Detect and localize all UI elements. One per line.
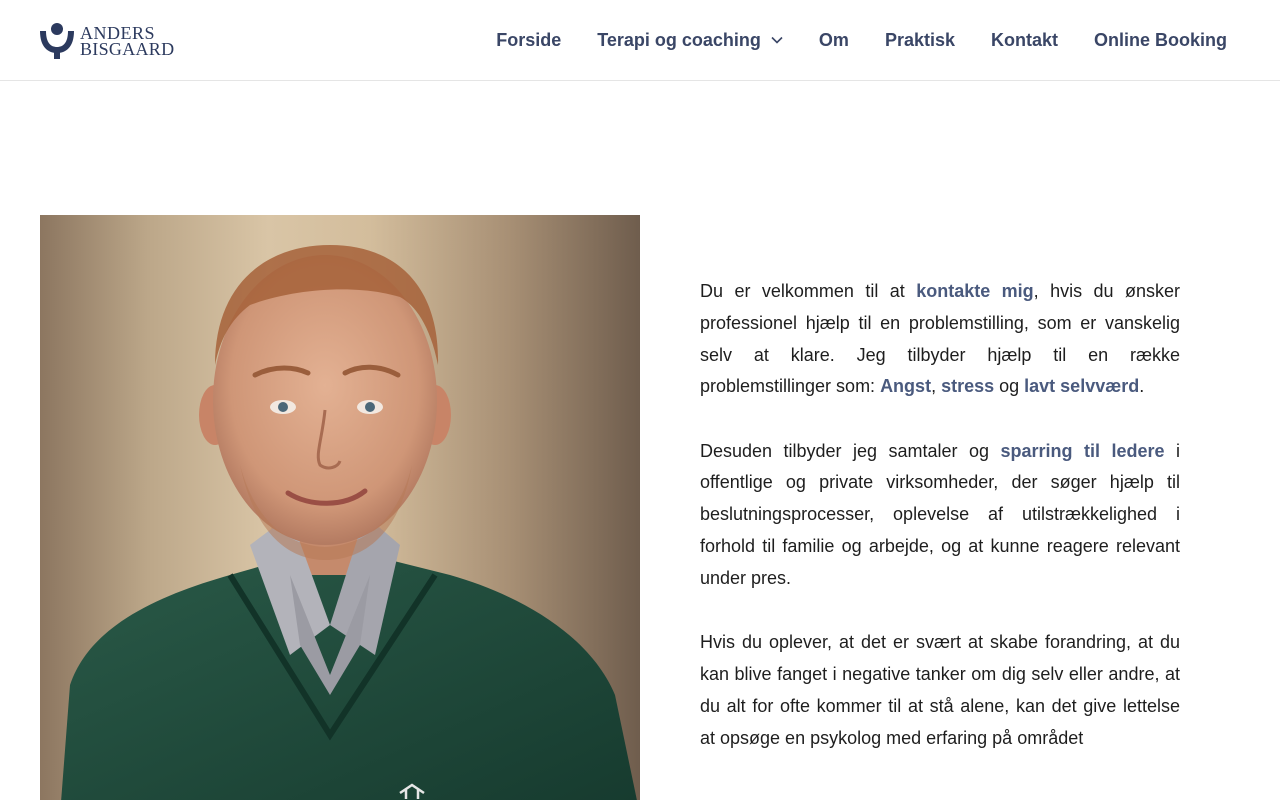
site-header: ANDERS BISGAARD Forside Terapi og coachi… — [0, 0, 1280, 81]
nav-item-forside[interactable]: Forside — [478, 0, 579, 80]
person-arms-icon — [40, 23, 74, 59]
main-nav: Forside Terapi og coaching Om Praktisk K… — [478, 0, 1245, 80]
intro-paragraph-2: Desuden tilbyder jeg samtaler og sparrin… — [700, 436, 1180, 595]
brand-line-2: BISGAARD — [80, 39, 175, 59]
sparring-til-ledere-link[interactable]: sparring til ledere — [1001, 441, 1165, 461]
text-segment: Hvis du oplever, at det er svært at skab… — [700, 632, 1180, 748]
text-segment: Du er velkommen til at — [700, 281, 917, 301]
text-segment: . — [1139, 376, 1145, 397]
nav-item-praktisk[interactable]: Praktisk — [867, 0, 973, 80]
nav-item-terapi-og-coaching[interactable]: Terapi og coaching — [579, 0, 801, 80]
text-segment: Desuden tilbyder jeg samtaler og — [700, 440, 1001, 461]
nav-item-kontakt[interactable]: Kontakt — [973, 0, 1076, 80]
nav-item-label: Forside — [496, 29, 562, 50]
portrait-illustration — [61, 245, 637, 800]
nav-item-online-booking[interactable]: Online Booking — [1076, 0, 1245, 80]
intro-text: Du er velkommen til at kontakte mig, hvi… — [700, 276, 1180, 787]
text-segment: i offentlige og private virksomheder, de… — [700, 440, 1180, 588]
stress-link[interactable]: stress — [941, 376, 994, 396]
nav-item-om[interactable]: Om — [801, 0, 867, 80]
nav-item-label: Online Booking — [1094, 29, 1227, 50]
nav-item-label: Terapi og coaching — [597, 29, 761, 50]
intro-paragraph-1: Du er velkommen til at kontakte mig, hvi… — [700, 276, 1180, 403]
text-segment: og — [994, 376, 1025, 397]
angst-link[interactable]: Angst — [880, 376, 931, 396]
text-segment: , — [931, 376, 942, 397]
intro-paragraph-3: Hvis du oplever, at det er svært at skab… — [700, 627, 1180, 754]
portrait-photo — [40, 215, 640, 800]
lavt-selvvaerd-link[interactable]: lavt selvværd — [1024, 376, 1139, 396]
contact-link[interactable]: kontakte mig — [916, 281, 1033, 301]
nav-item-label: Kontakt — [991, 29, 1058, 50]
chevron-down-icon[interactable] — [771, 36, 783, 44]
brand-name: ANDERS BISGAARD — [80, 24, 175, 59]
nav-item-label: Om — [818, 29, 849, 50]
nav-item-label: Praktisk — [884, 29, 955, 50]
site-logo[interactable]: ANDERS BISGAARD — [36, 20, 186, 62]
